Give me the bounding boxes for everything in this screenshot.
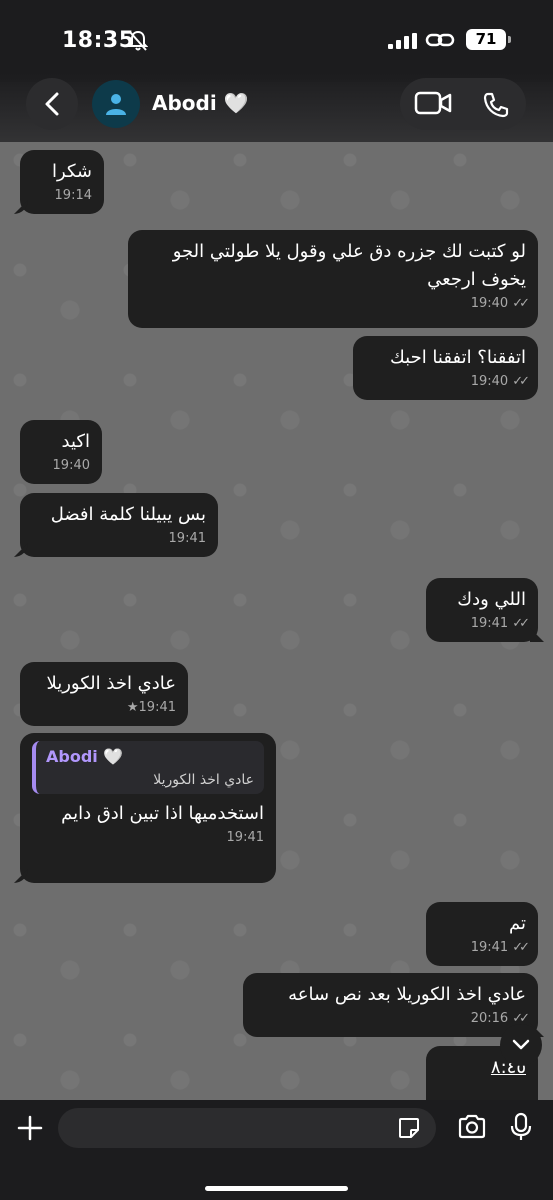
message-incoming[interactable]: اكيد 19:40	[20, 420, 102, 484]
message-text: اكيد	[61, 431, 90, 452]
message-text: بس يبيلنا كلمة افضل	[50, 504, 206, 525]
quoted-message[interactable]: Abodi 🤍 عادي اخذ الكوريلا	[32, 741, 264, 794]
message-time: 19:40	[52, 458, 90, 473]
message-text: تم	[509, 913, 526, 934]
link-icon	[425, 29, 455, 55]
message-outgoing[interactable]: تم 19:41 ✓✓	[426, 902, 538, 966]
sticker-icon	[399, 1118, 419, 1138]
message-outgoing[interactable]: اتفقنا؟ اتفقنا احبك 19:40 ✓✓	[353, 336, 538, 400]
status-time: 18:35	[62, 28, 135, 53]
message-time: 19:41	[226, 830, 264, 845]
microphone-button[interactable]	[510, 1112, 532, 1146]
message-meta: 19:40 ✓✓	[365, 374, 530, 389]
message-input[interactable]	[58, 1108, 436, 1148]
chat-header: Abodi 🤍	[0, 70, 553, 142]
message-meta: 19:41 ✓✓	[438, 616, 530, 631]
message-time: 19:40	[470, 374, 509, 389]
message-text: لو كتبت لك جزره دق علي وقول يلا طولتي ال…	[172, 241, 526, 290]
message-time: ★19:41	[126, 700, 176, 715]
video-call-button[interactable]	[414, 90, 452, 120]
microphone-icon	[510, 1112, 532, 1140]
message-time: 19:41	[470, 616, 509, 631]
message-incoming[interactable]: عادي اخذ الكوريلا ★19:41	[20, 662, 188, 726]
message-text: عادي اخذ الكوريلا بعد نص ساعه	[288, 984, 526, 1005]
double-check-icon: ✓✓	[512, 940, 530, 955]
message-outgoing[interactable]: لو كتبت لك جزره دق علي وقول يلا طولتي ال…	[128, 230, 538, 328]
message-text: عادي اخذ الكوريلا	[46, 673, 176, 694]
sticker-button[interactable]	[397, 1116, 421, 1144]
double-check-icon: ✓✓	[512, 616, 530, 631]
voice-call-button[interactable]	[482, 91, 510, 123]
person-icon	[106, 94, 126, 115]
message-incoming[interactable]: شكرا 19:14	[20, 150, 104, 214]
composer-bar	[0, 1100, 553, 1200]
camera-button[interactable]	[457, 1114, 487, 1144]
message-time: 19:41	[168, 531, 206, 546]
scroll-to-bottom-button[interactable]	[500, 1024, 542, 1066]
message-time: 19:40	[470, 296, 509, 311]
phone-icon	[483, 92, 509, 118]
attach-button[interactable]	[16, 1114, 44, 1146]
call-actions	[400, 78, 526, 130]
plus-icon	[17, 1115, 43, 1141]
message-meta: 20:16 ✓✓	[255, 1011, 530, 1026]
message-text: اللي ودك	[457, 589, 526, 610]
chevron-left-icon	[45, 92, 59, 116]
message-text: استخدميها اذا تبين ادق دايم	[61, 803, 264, 824]
signal-icon	[388, 33, 420, 49]
camera-icon	[458, 1114, 486, 1139]
bell-muted-icon	[127, 30, 149, 56]
message-time: 19:41	[470, 940, 509, 955]
chevron-down-icon	[512, 1039, 530, 1050]
battery-indicator: 71	[466, 29, 511, 50]
message-meta: 19:41 ✓✓	[438, 940, 530, 955]
message-incoming[interactable]: بس يبيلنا كلمة افضل 19:41	[20, 493, 218, 557]
message-incoming-reply[interactable]: Abodi 🤍 عادي اخذ الكوريلا استخدميها اذا …	[20, 733, 276, 883]
message-time: 20:16	[470, 1011, 509, 1026]
quoted-sender: Abodi 🤍	[46, 747, 124, 766]
quoted-text: عادي اخذ الكوريلا	[153, 772, 254, 788]
message-time: 19:14	[54, 188, 92, 203]
message-meta: 19:40 ✓✓	[140, 296, 530, 311]
double-check-icon: ✓✓	[512, 374, 530, 389]
double-check-icon: ✓✓	[512, 296, 530, 311]
message-outgoing[interactable]: عادي اخذ الكوريلا بعد نص ساعه 20:16 ✓✓	[243, 973, 538, 1037]
message-text: شكرا	[52, 161, 92, 182]
avatar[interactable]	[92, 80, 140, 128]
video-camera-icon	[414, 91, 452, 115]
message-outgoing[interactable]: اللي ودك 19:41 ✓✓	[426, 578, 538, 642]
back-button[interactable]	[26, 78, 78, 130]
contact-name[interactable]: Abodi 🤍	[152, 91, 249, 115]
home-indicator	[205, 1186, 348, 1191]
message-text: اتفقنا؟ اتفقنا احبك	[389, 347, 526, 368]
